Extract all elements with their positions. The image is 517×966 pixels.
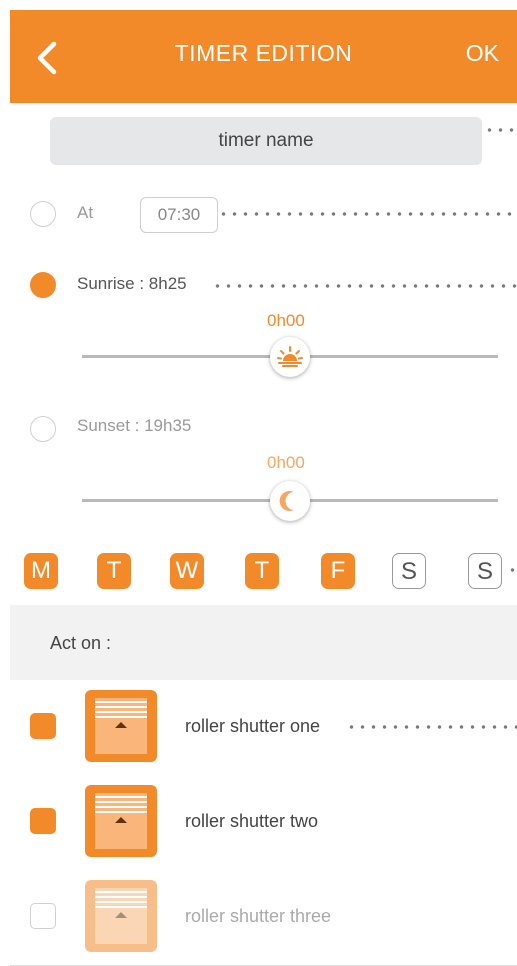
act-on-label: Act on : [50, 633, 112, 653]
roller-shutter-icon [85, 785, 157, 857]
roller-shutter-icon [85, 690, 157, 762]
sunrise-offset-slider-thumb[interactable] [270, 337, 310, 377]
roller-shutter-icon [85, 880, 157, 952]
device-row[interactable]: roller shutter three [10, 870, 517, 966]
at-radio[interactable] [30, 201, 56, 227]
dotted-leader [212, 283, 517, 289]
sunset-label: Sunset : 19h35 [77, 416, 192, 435]
sunrise-icon [277, 346, 303, 367]
page-title: TIMER EDITION [174, 40, 353, 66]
device-checkbox[interactable] [30, 713, 56, 739]
day-toggle-wednesday[interactable]: W [170, 553, 204, 589]
act-on-section-header: Act on : [10, 605, 517, 680]
dotted-leader [507, 567, 517, 573]
sunset-offset-value: 0h00 [267, 453, 305, 472]
sunset-offset-slider-thumb[interactable] [270, 481, 310, 521]
device-name: roller shutter two [185, 811, 319, 831]
device-name: roller shutter three [185, 906, 332, 926]
day-toggle-thursday[interactable]: T [245, 553, 279, 589]
day-toggle-tuesday[interactable]: T [97, 553, 131, 589]
sunset-radio[interactable] [30, 416, 56, 442]
device-name: roller shutter one [185, 716, 321, 736]
dotted-leader [346, 724, 517, 730]
device-checkbox[interactable] [30, 903, 56, 929]
sunrise-label: Sunrise : 8h25 [77, 274, 187, 293]
day-toggle-sunday[interactable]: S [468, 553, 502, 589]
day-toggle-friday[interactable]: F [321, 553, 355, 589]
sunrise-offset-value: 0h00 [267, 311, 305, 330]
dotted-leader [218, 211, 517, 217]
sunrise-radio[interactable] [30, 272, 56, 298]
left-edge [0, 0, 10, 918]
device-row[interactable]: roller shutter two [10, 775, 517, 871]
device-checkbox[interactable] [30, 808, 56, 834]
dotted-leader [484, 127, 517, 133]
app-header: TIMER EDITION OK [10, 10, 517, 103]
ok-button[interactable]: OK [466, 40, 499, 67]
at-label: At [77, 203, 94, 222]
day-toggle-saturday[interactable]: S [392, 553, 426, 589]
at-time-field[interactable] [140, 197, 218, 233]
timer-name-input[interactable] [50, 117, 482, 165]
moon-icon [279, 491, 294, 511]
day-toggle-monday[interactable]: M [24, 553, 58, 589]
device-row[interactable]: roller shutter one [10, 680, 517, 776]
